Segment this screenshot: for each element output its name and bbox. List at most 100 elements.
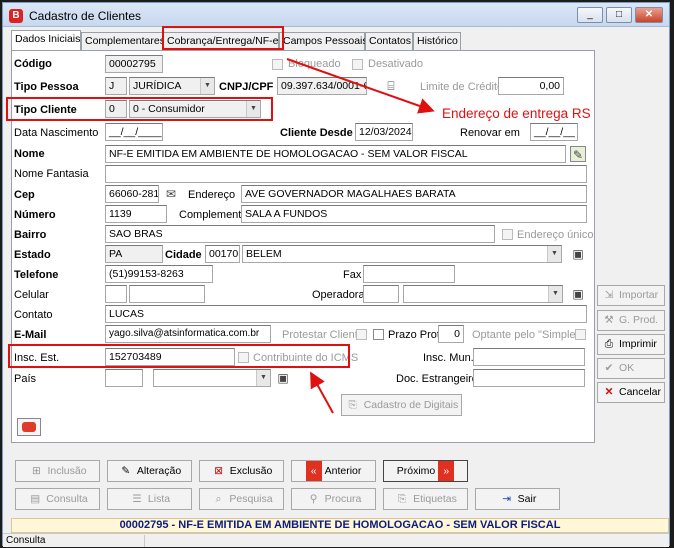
imprimir-button[interactable]: ⎙ Imprimir bbox=[597, 334, 665, 355]
contato-label: Contato bbox=[14, 309, 53, 321]
tab-complementares[interactable]: Complementares bbox=[81, 32, 165, 50]
chevron-down-icon: ▼ bbox=[200, 78, 214, 94]
cep-field[interactable]: 66060-281 bbox=[105, 185, 159, 203]
cancelar-button[interactable]: ✕ Cancelar bbox=[597, 382, 665, 403]
contato-field[interactable]: LUCAS bbox=[105, 305, 587, 323]
celular-field[interactable] bbox=[129, 285, 205, 303]
procura-button[interactable]: ⚲ Procura bbox=[291, 488, 376, 510]
chevron-down-icon: ▼ bbox=[256, 370, 270, 386]
exit-icon: ⇥ bbox=[502, 493, 512, 505]
exclusao-button[interactable]: ⊠ Exclusão bbox=[199, 460, 284, 482]
edit-name-icon[interactable]: ✎ bbox=[570, 146, 586, 162]
endereco-unico-checkbox[interactable] bbox=[502, 229, 513, 240]
open-folder-icon[interactable]: ▣ bbox=[570, 246, 586, 262]
endereco-field[interactable]: AVE GOVERNADOR MAGALHAES BARATA bbox=[241, 185, 587, 203]
minimize-button[interactable]: _ bbox=[577, 7, 603, 23]
optante-simples-checkbox[interactable] bbox=[575, 329, 586, 340]
renovar-em-field[interactable]: __/__/__ bbox=[530, 123, 578, 141]
importar-button[interactable]: ⇲ Importar bbox=[597, 285, 665, 306]
cidade-select[interactable]: BELEM ▼ bbox=[242, 245, 562, 263]
video-icon bbox=[22, 422, 36, 432]
celular-ddd-field[interactable] bbox=[105, 285, 127, 303]
alteracao-button[interactable]: ✎ Alteração bbox=[107, 460, 192, 482]
pesquisa-button[interactable]: ⌕ Pesquisa bbox=[199, 488, 284, 510]
inclusao-button[interactable]: ⊞ Inclusão bbox=[15, 460, 100, 482]
prazo-protesto-checkbox[interactable] bbox=[373, 329, 384, 340]
bloqueado-checkbox[interactable] bbox=[272, 59, 283, 70]
fax-label: Fax bbox=[343, 269, 362, 281]
pais-select[interactable]: ▼ bbox=[153, 369, 271, 387]
footer-status-bar: Consulta bbox=[3, 533, 669, 547]
sair-button[interactable]: ⇥ Sair bbox=[475, 488, 560, 510]
ok-button[interactable]: ✔ OK bbox=[597, 358, 665, 379]
cnpj-field[interactable]: 09.397.634/0001-60 bbox=[277, 77, 367, 95]
video-help-button[interactable] bbox=[17, 418, 41, 436]
celular-label: Celular bbox=[14, 289, 49, 301]
g-prod-button[interactable]: ⚒ G. Prod. bbox=[597, 310, 665, 331]
close-button[interactable]: ✕ bbox=[635, 7, 663, 23]
anterior-button[interactable]: «Anterior bbox=[291, 460, 376, 482]
tipo-pessoa-code[interactable]: J bbox=[105, 77, 127, 95]
nome-fantasia-field[interactable] bbox=[105, 165, 587, 183]
cep-label: Cep bbox=[14, 189, 35, 201]
nome-fantasia-label: Nome Fantasia bbox=[14, 168, 89, 180]
estado-field[interactable]: PA bbox=[105, 245, 163, 263]
data-nascimento-field[interactable]: __/__/____ bbox=[105, 123, 163, 141]
codigo-field[interactable]: 00002795 bbox=[105, 55, 163, 73]
desativado-checkbox[interactable] bbox=[352, 59, 363, 70]
complemento-label: Complemento bbox=[179, 209, 248, 221]
open-folder-icon[interactable]: ▣ bbox=[570, 286, 586, 302]
tab-dados-iniciais[interactable]: Dados Iniciais bbox=[11, 30, 81, 50]
protestar-cliente-checkbox[interactable] bbox=[356, 329, 367, 340]
tab-contatos[interactable]: Contatos bbox=[365, 32, 413, 50]
proximo-button[interactable]: Próximo» bbox=[383, 460, 468, 482]
open-folder-icon[interactable]: ▣ bbox=[275, 370, 291, 386]
inclusao-label: Inclusão bbox=[47, 465, 87, 477]
lista-button[interactable]: ☰ Lista bbox=[107, 488, 192, 510]
data-nascimento-label: Data Nascimento bbox=[14, 127, 99, 139]
insc-mun-label: Insc. Mun. bbox=[423, 352, 474, 364]
complemento-field[interactable]: SALA A FUNDOS bbox=[241, 205, 587, 223]
tab-campos-pessoais[interactable]: Campos Pessoais bbox=[279, 32, 368, 50]
edit-icon: ✎ bbox=[121, 465, 131, 477]
prazo-protesto-field[interactable]: 0 bbox=[438, 325, 464, 343]
cadastro-digitais-button[interactable]: ⎘ Cadastro de Digitais bbox=[341, 394, 462, 416]
sair-label: Sair bbox=[517, 493, 537, 505]
email-label: E-Mail bbox=[14, 329, 47, 341]
tipo-pessoa-label: Tipo Pessoa bbox=[14, 81, 79, 93]
telefone-field[interactable]: (51)99153-8263 bbox=[105, 265, 213, 283]
etiquetas-button[interactable]: ⎘ Etiquetas bbox=[383, 488, 468, 510]
navigation-panel: ⊞ Inclusão ✎ Alteração ⊠ Exclusão «Anterior… bbox=[11, 456, 669, 518]
cliente-desde-field[interactable]: 12/03/2024 bbox=[355, 123, 413, 141]
pais-code[interactable] bbox=[105, 369, 143, 387]
operadora-select[interactable]: ▼ bbox=[403, 285, 563, 303]
query-icon: ▤ bbox=[30, 493, 41, 505]
app-icon: B bbox=[9, 9, 23, 23]
importar-label: Importar bbox=[619, 289, 659, 301]
mail-search-icon[interactable]: ✉ bbox=[163, 186, 179, 202]
limite-credito-label: Limite de Crédito bbox=[420, 81, 504, 93]
search-icon: ⌕ bbox=[215, 493, 222, 505]
g-prod-label: G. Prod. bbox=[619, 314, 659, 326]
maximize-button[interactable]: □ bbox=[606, 7, 632, 23]
operadora-code[interactable] bbox=[363, 285, 399, 303]
record-status-bar: 00002795 - NF-E EMITIDA EM AMBIENTE DE H… bbox=[11, 518, 669, 533]
telefone-label: Telefone bbox=[14, 269, 59, 281]
cidade-label: Cidade bbox=[165, 249, 202, 261]
bairro-field[interactable]: SAO BRAS bbox=[105, 225, 495, 243]
doc-estrangeiro-field[interactable] bbox=[473, 369, 585, 387]
tab-historico[interactable]: Histórico bbox=[413, 32, 461, 50]
insc-mun-field[interactable] bbox=[473, 348, 585, 366]
document-search-icon[interactable]: ⌸ bbox=[383, 78, 399, 94]
limite-credito-field[interactable]: 0,00 bbox=[498, 77, 564, 95]
cidade-code[interactable]: 00170 bbox=[205, 245, 240, 263]
delete-icon: ⊠ bbox=[214, 465, 224, 477]
tipo-pessoa-select[interactable]: JURÍDICA ▼ bbox=[129, 77, 215, 95]
cidade-value: BELEM bbox=[246, 248, 282, 260]
fax-field[interactable] bbox=[363, 265, 455, 283]
consulta-button[interactable]: ▤ Consulta bbox=[15, 488, 100, 510]
title-bar[interactable]: B Cadastro de Clientes _ □ ✕ bbox=[3, 3, 669, 27]
numero-field[interactable]: 1139 bbox=[105, 205, 167, 223]
email-field[interactable]: yago.silva@atsinformatica.com.br bbox=[105, 325, 271, 343]
nome-field[interactable]: NF-E EMITIDA EM AMBIENTE DE HOMOLOGACAO … bbox=[105, 145, 566, 163]
